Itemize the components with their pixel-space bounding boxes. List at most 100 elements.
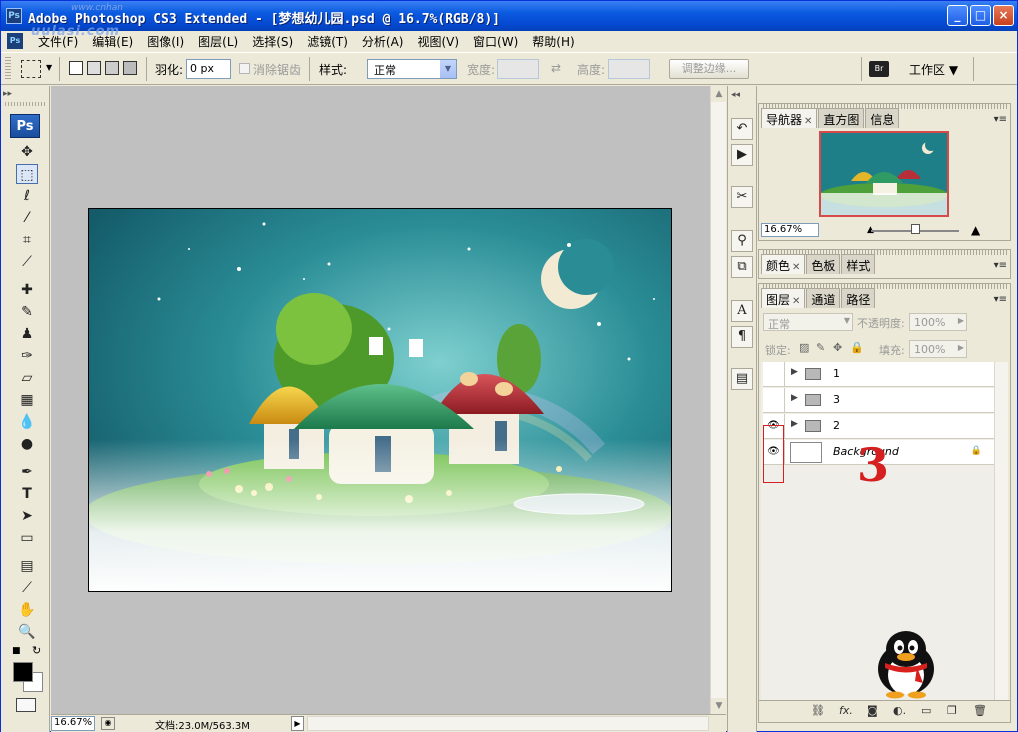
hand-tool-icon[interactable]: ✋ (16, 600, 38, 620)
dock-collapse-icon[interactable]: ◂◂ (731, 90, 740, 100)
tab-paths[interactable]: 路径 (841, 288, 876, 308)
layer-row-3[interactable]: ▶ 3 (763, 388, 996, 413)
antialias-checkbox[interactable] (239, 63, 250, 74)
swap-colors-icon[interactable]: ↻ (32, 644, 41, 657)
pen-tool-icon[interactable]: ✒ (16, 462, 38, 482)
subtract-selection-icon[interactable] (105, 61, 119, 75)
lock-all-icon[interactable]: 🔒 (850, 341, 864, 354)
healing-brush-tool-icon[interactable]: ✚ (16, 280, 38, 300)
path-selection-tool-icon[interactable]: ➤ (16, 506, 38, 526)
panel-menu-icon[interactable]: ▾≡ (994, 294, 1007, 305)
zoom-slider-handle[interactable] (911, 224, 920, 234)
lock-position-icon[interactable]: ✥ (833, 341, 842, 354)
close-tab-icon[interactable]: ✕ (792, 262, 800, 273)
magic-wand-tool-icon[interactable]: ⁄ (16, 208, 38, 228)
gradient-tool-icon[interactable]: ▦ (16, 390, 38, 410)
expand-triangle-icon[interactable]: ▶ (791, 419, 798, 429)
zoom-tool-icon[interactable]: 🔍 (16, 622, 38, 642)
document-icon[interactable]: Ps (7, 33, 23, 49)
layer-row-2[interactable]: 👁 ▶ 2 (763, 414, 996, 439)
chevron-down-icon[interactable]: ▼ (844, 316, 850, 325)
clone-stamp-tool-icon[interactable]: ♟ (16, 324, 38, 344)
character-panel-icon[interactable]: A (731, 300, 753, 322)
bridge-icon[interactable]: Br (869, 61, 889, 77)
tab-channels[interactable]: 通道 (806, 288, 841, 308)
link-layers-icon[interactable]: ⛓ (811, 704, 825, 717)
document-canvas[interactable] (88, 208, 672, 592)
panel-menu-icon[interactable]: ▾≡ (994, 114, 1007, 125)
intersect-selection-icon[interactable] (123, 61, 137, 75)
menu-analysis[interactable]: 分析(A) (355, 33, 411, 50)
zoom-in-icon[interactable]: ▲ (971, 223, 980, 237)
layer-row-1[interactable]: ▶ 1 (763, 362, 996, 387)
eyedropper-tool-icon[interactable]: ⟋ (16, 578, 38, 598)
toolbox-collapse-icon[interactable]: ▸▸ (3, 89, 12, 99)
height-input[interactable] (608, 59, 650, 79)
menu-image[interactable]: 图像(I) (140, 33, 191, 50)
layers-scrollbar[interactable] (994, 362, 1008, 702)
new-group-icon[interactable]: ▭ (921, 704, 931, 717)
swap-icon[interactable]: ⇄ (551, 61, 561, 75)
navigator-zoom-field[interactable]: 16.67% (761, 223, 819, 237)
lasso-tool-icon[interactable]: ℓ (16, 186, 38, 206)
doc-info-icon[interactable]: ◉ (101, 717, 115, 730)
menu-layer[interactable]: 图层(L) (191, 33, 245, 50)
options-grip[interactable] (5, 57, 11, 81)
status-zoom-field[interactable]: 16.67% (51, 716, 95, 731)
brush-tool-icon[interactable]: ✎ (16, 302, 38, 322)
fill-field[interactable]: 100% ▶ (909, 340, 967, 358)
layer-mask-icon[interactable]: ◙ (867, 704, 878, 717)
brushes-panel-icon[interactable]: ⚲ (731, 230, 753, 252)
clone-source-icon[interactable]: ⧉ (731, 256, 753, 278)
quick-mask-icon[interactable] (16, 698, 36, 712)
close-button[interactable]: × (993, 5, 1014, 26)
opacity-arrow-icon[interactable]: ▶ (958, 316, 964, 325)
blend-mode-select[interactable]: 正常 ▼ (763, 313, 853, 331)
expand-triangle-icon[interactable]: ▶ (791, 367, 798, 377)
slice-tool-icon[interactable]: ⟋ (16, 252, 38, 272)
expand-triangle-icon[interactable]: ▶ (791, 393, 798, 403)
canvas-area[interactable] (51, 86, 710, 714)
tab-swatches[interactable]: 色板 (806, 254, 841, 274)
notes-tool-icon[interactable]: ▤ (16, 556, 38, 576)
move-tool-icon[interactable]: ✥ (16, 142, 38, 162)
visibility-toggle[interactable] (763, 362, 785, 386)
foreground-color-swatch[interactable] (13, 662, 33, 682)
eraser-tool-icon[interactable]: ▱ (16, 368, 38, 388)
navigator-thumbnail[interactable] (819, 131, 949, 217)
tab-color[interactable]: 颜色 ✕ (761, 254, 806, 274)
minimize-button[interactable]: _ (947, 5, 968, 26)
style-select[interactable]: 正常 ▼ (367, 59, 457, 79)
blur-tool-icon[interactable]: 💧 (16, 412, 38, 432)
close-tab-icon[interactable]: ✕ (804, 116, 812, 127)
preset-dropdown-icon[interactable]: ▼ (46, 63, 52, 72)
actions-panel-icon[interactable]: ▶ (731, 144, 753, 166)
workspace-button[interactable]: 工作区 ▼ (909, 61, 958, 78)
layer-comps-icon[interactable]: ▤ (731, 368, 753, 390)
shape-tool-icon[interactable]: ▭ (16, 528, 38, 548)
refine-edge-button[interactable]: 调整边缘... (669, 59, 749, 79)
opacity-field[interactable]: 100% ▶ (909, 313, 967, 331)
toolbox-grip[interactable] (5, 102, 45, 106)
panel-menu-icon[interactable]: ▾≡ (994, 260, 1007, 271)
menu-view[interactable]: 视图(V) (410, 33, 466, 50)
layer-style-icon[interactable]: fx. (839, 704, 853, 717)
chevron-down-icon[interactable]: ▼ (440, 60, 456, 78)
canvas-vertical-scrollbar[interactable]: ▲ ▼ (710, 86, 727, 714)
maximize-button[interactable]: □ (970, 5, 991, 26)
visibility-toggle[interactable] (763, 388, 785, 412)
new-selection-icon[interactable] (69, 61, 83, 75)
dodge-tool-icon[interactable]: ● (16, 434, 38, 454)
delete-layer-icon[interactable]: 🗑 (973, 704, 987, 717)
photoshop-logo[interactable]: Ps (10, 114, 40, 138)
add-selection-icon[interactable] (87, 61, 101, 75)
title-bar[interactable]: Ps Adobe Photoshop CS3 Extended - [梦想幼儿园… (1, 1, 1017, 31)
scroll-down-arrow[interactable]: ▼ (711, 698, 727, 714)
marquee-preset-icon[interactable] (21, 60, 41, 78)
marquee-tool-icon[interactable]: ⬚ (16, 164, 38, 184)
fill-arrow-icon[interactable]: ▶ (958, 343, 964, 352)
default-colors-icon[interactable]: ■ (12, 646, 21, 656)
feather-input[interactable]: 0 px (186, 59, 231, 79)
history-panel-icon[interactable]: ↶ (731, 118, 753, 140)
history-brush-tool-icon[interactable]: ✑ (16, 346, 38, 366)
